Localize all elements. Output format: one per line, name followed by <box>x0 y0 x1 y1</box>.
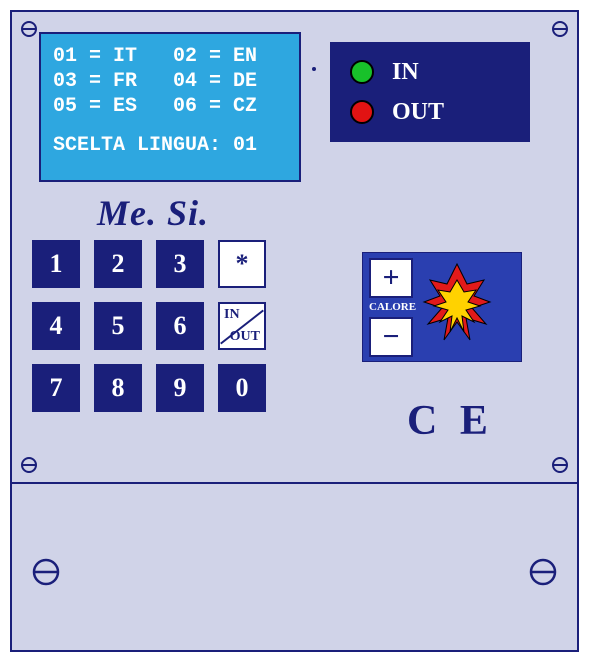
key-in-out[interactable]: IN OUT <box>218 302 266 350</box>
screw-icon <box>551 456 569 474</box>
screw-icon <box>20 20 38 38</box>
heat-plus-button[interactable]: + <box>369 258 413 298</box>
key-4[interactable]: 4 <box>32 302 80 350</box>
key-3[interactable]: 3 <box>156 240 204 288</box>
key-1[interactable]: 1 <box>32 240 80 288</box>
lcd-line2-right: 04 = DE <box>173 70 257 93</box>
key-5[interactable]: 5 <box>94 302 142 350</box>
screw-icon <box>551 20 569 38</box>
key-inout-bot: OUT <box>230 330 260 344</box>
screw-icon <box>529 558 557 586</box>
led-green-icon <box>350 60 374 84</box>
flame-icon <box>422 262 492 352</box>
key-0[interactable]: 0 <box>218 364 266 412</box>
lcd-line1-right: 02 = EN <box>173 45 257 68</box>
in-out-led-panel: IN OUT <box>330 42 530 142</box>
key-inout-top: IN <box>224 308 240 322</box>
screw-icon <box>32 558 60 586</box>
heat-control-panel: + CALORE − <box>362 252 522 362</box>
lcd-prompt: SCELTA LINGUA: 01 <box>53 133 287 158</box>
key-6[interactable]: 6 <box>156 302 204 350</box>
in-label: IN <box>392 59 419 86</box>
key-2[interactable]: 2 <box>94 240 142 288</box>
out-label: OUT <box>392 99 444 126</box>
led-row-out: OUT <box>340 92 520 132</box>
lcd-line3-left: 05 = ES <box>53 95 137 118</box>
screw-icon <box>20 456 38 474</box>
lcd-line1-left: 01 = IT <box>53 45 137 68</box>
key-7[interactable]: 7 <box>32 364 80 412</box>
brand-label: Me. Si. <box>97 192 209 234</box>
keypad: 1 2 3 * 4 5 6 IN OUT 7 8 9 0 <box>32 240 292 426</box>
heat-minus-button[interactable]: − <box>369 317 413 357</box>
led-row-in: IN <box>340 52 520 92</box>
lcd-line2-left: 03 = FR <box>53 70 137 93</box>
lcd-display: 01 = IT 02 = EN 03 = FR 04 = DE 05 = ES … <box>39 32 301 182</box>
lcd-line3-right: 06 = CZ <box>173 95 257 118</box>
heat-label: CALORE <box>369 302 416 313</box>
key-9[interactable]: 9 <box>156 364 204 412</box>
ce-mark: C E <box>407 397 494 445</box>
key-star[interactable]: * <box>218 240 266 288</box>
control-panel: 01 = IT 02 = EN 03 = FR 04 = DE 05 = ES … <box>10 10 579 652</box>
lower-section <box>12 484 577 652</box>
key-8[interactable]: 8 <box>94 364 142 412</box>
upper-section: 01 = IT 02 = EN 03 = FR 04 = DE 05 = ES … <box>12 12 577 484</box>
led-red-icon <box>350 100 374 124</box>
dot-icon <box>312 67 316 71</box>
